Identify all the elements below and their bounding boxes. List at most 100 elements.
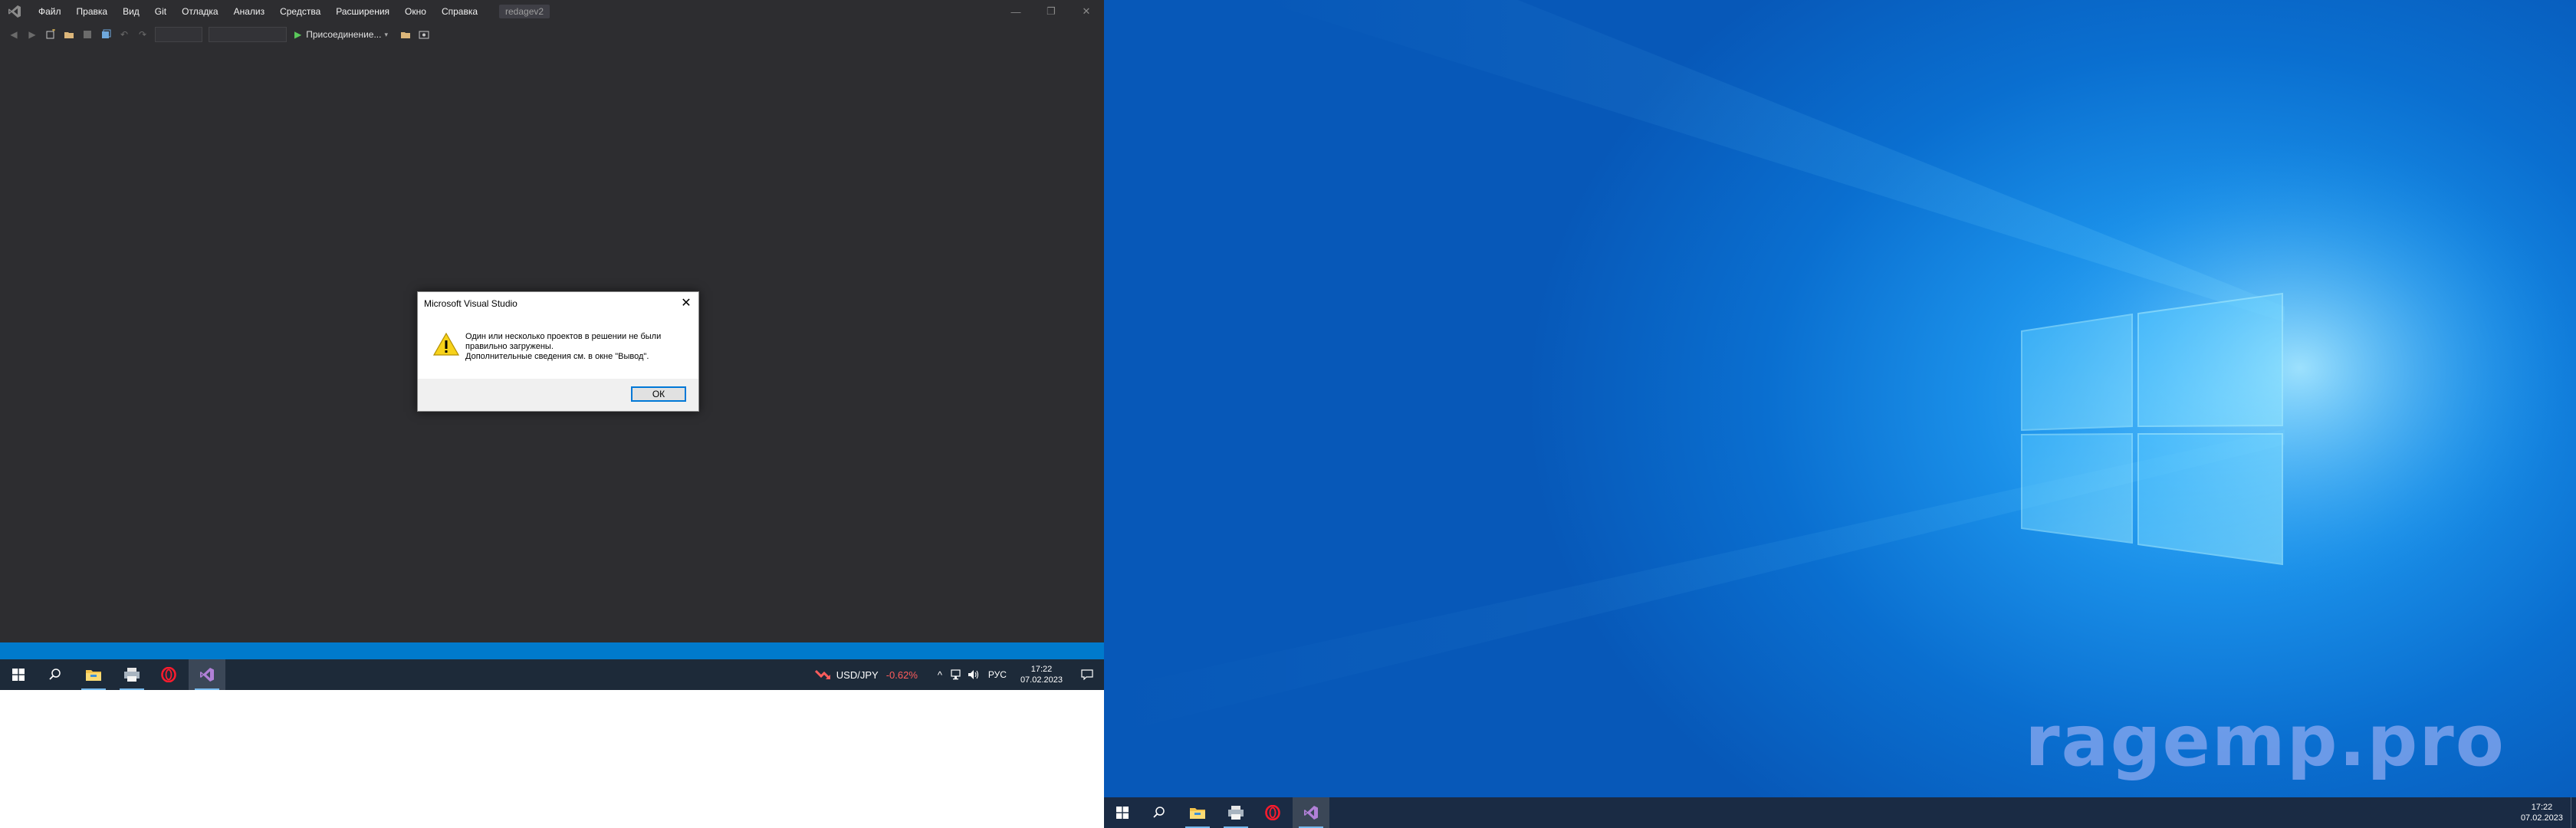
vs-status-bar (0, 642, 1104, 659)
running-indicator (195, 688, 219, 690)
printer-icon (124, 668, 140, 682)
right-system-tray: 17:22 07.02.2023 (2513, 797, 2576, 828)
taskbar-printer-app[interactable] (113, 659, 150, 690)
left-monitor: Файл Правка Вид Git Отладка Анализ Средс… (0, 0, 1104, 828)
undo-icon[interactable]: ↶ (117, 28, 131, 41)
configuration-dropdown[interactable] (155, 27, 202, 42)
dialog-message-line: Один или несколько проектов в решении не… (465, 332, 662, 341)
dialog-message-line: правильно загружены. (465, 342, 554, 351)
restore-icon[interactable]: ❐ (1033, 0, 1069, 23)
taskbar-visual-studio[interactable] (1293, 797, 1329, 828)
save-all-icon[interactable] (99, 28, 113, 41)
watermark-text: ragemp.pro (2025, 700, 2505, 782)
forward-icon[interactable]: ▶ (25, 28, 39, 41)
menu-debug[interactable]: Отладка (174, 0, 225, 23)
taskbar-visual-studio[interactable] (189, 659, 225, 690)
ticker-symbol: USD/JPY (836, 669, 879, 681)
search-icon (1153, 807, 1165, 818)
folder-icon[interactable] (399, 28, 412, 41)
show-hidden-icons-chevron-icon[interactable]: ^ (932, 659, 948, 690)
clock-time: 17:22 (1030, 665, 1053, 674)
window-controls: — ❐ ✕ (998, 0, 1104, 23)
vs-title-bar: Файл Правка Вид Git Отладка Анализ Средс… (0, 0, 1104, 23)
right-monitor-desktop: ragemp.pro 17:22 07.02.2023 (1104, 0, 2576, 828)
start-button[interactable] (0, 659, 37, 690)
menu-window[interactable]: Окно (397, 0, 434, 23)
light-beam (1257, 0, 2285, 322)
visual-studio-window: Файл Правка Вид Git Отладка Анализ Средс… (0, 0, 1104, 642)
menu-view[interactable]: Вид (115, 0, 147, 23)
clock-time: 17:22 (2531, 803, 2553, 812)
dialog-title: Microsoft Visual Studio (424, 298, 518, 309)
menu-extensions[interactable]: Расширения (328, 0, 397, 23)
opera-icon (161, 667, 176, 682)
visual-studio-icon (1304, 806, 1318, 820)
dialog-message: Один или несколько проектов в решении не… (465, 332, 688, 362)
show-desktop-button[interactable] (2571, 797, 2576, 828)
clock-date: 07.02.2023 (1020, 675, 1063, 685)
running-indicator (120, 688, 144, 690)
search-button[interactable] (1141, 797, 1178, 828)
screenshot-icon[interactable] (417, 28, 431, 41)
visual-studio-logo-icon[interactable] (6, 3, 23, 20)
attach-button[interactable]: ▶ Присоединение... ▾ (294, 29, 388, 40)
menu-help[interactable]: Справка (434, 0, 485, 23)
close-window-icon[interactable]: ✕ (1069, 0, 1104, 23)
windows-pane-top-right (2137, 292, 2283, 428)
menu-file[interactable]: Файл (31, 0, 69, 23)
opera-icon (1265, 805, 1280, 820)
menu-tools[interactable]: Средства (272, 0, 328, 23)
network-icon[interactable] (948, 659, 965, 690)
printer-icon (1228, 806, 1244, 820)
clock-date: 07.02.2023 (2520, 813, 2563, 823)
platform-dropdown[interactable] (209, 27, 287, 42)
menu-edit[interactable]: Правка (69, 0, 116, 23)
new-item-icon[interactable] (44, 28, 58, 41)
taskbar-opera[interactable] (1254, 797, 1291, 828)
running-indicator (81, 688, 106, 690)
stock-ticker-widget[interactable]: USD/JPY -0.62% (814, 669, 918, 681)
windows-pane-bottom-right (2137, 433, 2283, 566)
ok-button[interactable]: ОК (631, 386, 686, 402)
attach-label: Присоединение... (306, 29, 382, 40)
trend-down-icon (814, 669, 830, 679)
taskbar-opera[interactable] (150, 659, 187, 690)
windows-10-wallpaper (1104, 0, 2576, 736)
redo-icon[interactable]: ↷ (136, 28, 150, 41)
language-indicator[interactable]: РУС (988, 669, 1007, 680)
save-icon[interactable] (80, 28, 94, 41)
action-center-button[interactable] (1070, 659, 1104, 690)
left-system-tray: USD/JPY -0.62% ^ РУС 17:22 07.02.2023 (814, 659, 1104, 690)
right-taskbar: 17:22 07.02.2023 (1104, 797, 2576, 828)
file-explorer-icon (1190, 808, 1205, 819)
play-icon: ▶ (294, 29, 302, 40)
dialog-footer: ОК (418, 379, 698, 411)
menu-analyze[interactable]: Анализ (226, 0, 273, 23)
taskbar-file-explorer[interactable] (1179, 797, 1216, 828)
chevron-down-icon: ▾ (384, 30, 388, 38)
windows-logo-icon (12, 669, 25, 681)
windows-pane-bottom-left (2021, 432, 2133, 544)
search-button[interactable] (37, 659, 74, 690)
open-folder-icon[interactable] (62, 28, 76, 41)
taskbar-printer-app[interactable] (1217, 797, 1254, 828)
ticker-change: -0.62% (886, 669, 918, 681)
windows-logo-icon (1116, 807, 1129, 819)
start-button[interactable] (1104, 797, 1141, 828)
minimize-icon[interactable]: — (998, 0, 1033, 23)
taskbar-file-explorer[interactable] (75, 659, 112, 690)
vs-toolbar: ◀ ▶ ↶ ↷ ▶ Присоединение... ▾ (0, 23, 1104, 46)
windows-pane-top-left (2021, 313, 2133, 432)
search-icon (49, 669, 61, 680)
dialog-message-line: Дополнительные сведения см. в окне "Выво… (465, 352, 649, 361)
solution-name-badge[interactable]: redagev2 (499, 5, 550, 18)
menu-git[interactable]: Git (147, 0, 174, 23)
back-icon[interactable]: ◀ (7, 28, 21, 41)
taskbar-clock[interactable]: 17:22 07.02.2023 (2521, 802, 2563, 823)
volume-icon[interactable] (965, 659, 982, 690)
taskbar-clock[interactable]: 17:22 07.02.2023 (1020, 664, 1063, 685)
dialog-close-icon[interactable]: ✕ (678, 295, 694, 310)
file-explorer-icon (86, 670, 101, 681)
notification-icon (1081, 669, 1093, 680)
error-dialog: Microsoft Visual Studio ✕ Один или неско… (417, 291, 699, 412)
